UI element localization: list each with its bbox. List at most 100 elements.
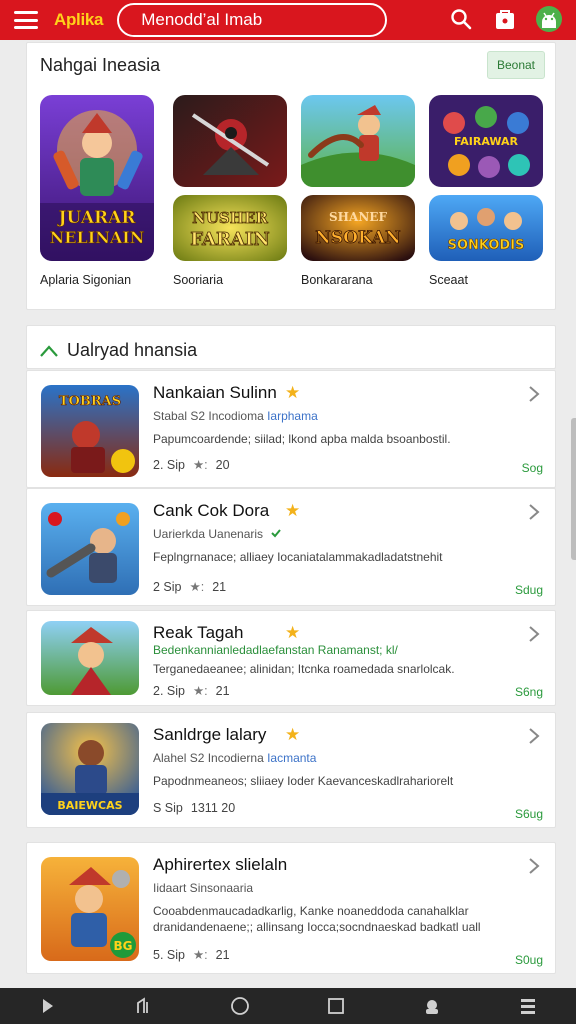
tile-art-text: SHANEF [329, 210, 387, 224]
list-item[interactable]: BAIEWCAS Sanldrge lalary ★ Alahel S2 Inc… [26, 712, 556, 828]
more-button[interactable]: Beonat [487, 51, 545, 79]
app-subtitle-text: Alahel S2 Incodierna [153, 751, 268, 765]
app-meta-b: 20 [215, 457, 230, 472]
tile-art-text: SONKODIS [448, 238, 525, 253]
search-bar[interactable]: Menodd’al Imab [117, 3, 388, 37]
star-icon: ★ [285, 501, 301, 520]
menu-icon[interactable] [14, 11, 38, 29]
app-meta: 2 Sip ★: 21 [153, 579, 227, 595]
app-subtitle: Stabal S2 Incodioma Iarphama [153, 409, 318, 423]
tile-caption: Sceaat [429, 273, 468, 287]
app-subtitle-text: Stabal S2 Incodioma [153, 409, 268, 423]
star-icon: ★ [285, 623, 301, 642]
search-bar-text: Menodd’al Imab [141, 10, 263, 29]
tile-art-text: JUARAR [57, 208, 137, 228]
game-tile[interactable] [301, 95, 415, 187]
app-name: Reak Tagah [153, 623, 244, 642]
system-nav-bar [0, 988, 576, 1024]
app-icon: BAIEWCAS [41, 723, 139, 815]
app-name: Aphirertex slielaln [153, 855, 288, 874]
app-subtitle: Iidaart Sinsonaaria [153, 881, 253, 895]
game-tile[interactable]: NUSHER FARAIN [173, 195, 287, 261]
tile-caption: Aplaria Sigonian [40, 273, 132, 287]
featured-title: Nahgai Ineasia [40, 55, 161, 75]
app-meta-b: 21 [215, 683, 230, 698]
app-size: Sog [521, 461, 543, 475]
app-size: S6ng [514, 685, 543, 699]
tile-art-text: NSOKAN [315, 228, 400, 248]
recents-icon[interactable] [129, 991, 159, 1021]
app-icon [41, 621, 139, 695]
game-tile[interactable] [173, 95, 287, 187]
settings-icon[interactable] [417, 991, 447, 1021]
app-description: Feplngrnanace; alliaey Iocaniatalammakad… [153, 550, 443, 564]
app-top-bar: Aplika Menodd’al Imab [0, 0, 576, 40]
back-icon[interactable] [33, 991, 63, 1021]
tile-art-text: NELINAIN [50, 228, 145, 247]
app-meta: 2. Sip ★: 21 [153, 683, 230, 699]
chevron-right-icon[interactable] [527, 727, 541, 745]
app-subtitle-accent: Iacmanta [267, 751, 317, 765]
app-meta-b: 21 [215, 947, 230, 962]
list-item[interactable]: Cank Cok Dora ★ Uarierkda Uanenaris Fepl… [26, 488, 556, 606]
chevron-right-icon[interactable] [527, 503, 541, 521]
app-icon-text: BAIEWCAS [57, 799, 122, 812]
game-tile[interactable]: FAIRAWAR [429, 95, 543, 187]
app-size: S0ug [514, 953, 543, 967]
home-icon[interactable] [225, 991, 255, 1021]
app-name: Cank Cok Dora [153, 501, 270, 520]
app-meta-b: 1311 20 [190, 801, 236, 815]
tile-art-text: FAIRAWAR [454, 135, 518, 148]
app-description: Terganedaeanee; alinidan; Itcnka roameda… [153, 662, 455, 676]
app-meta: S Sip 1311 20 [153, 801, 235, 815]
list-header-card: Ualryad hnansia [26, 325, 556, 369]
app-description: Papodnmeaneos; sliiaey Ioder Kaevanceska… [153, 774, 454, 788]
app-meta-b: 21 [212, 579, 227, 594]
search-icon[interactable] [446, 4, 476, 34]
overview-icon[interactable] [321, 991, 351, 1021]
star-icon: ★ [285, 383, 301, 402]
app-subtitle: Bedenkannianledadlaefanstan Ranamanst; k… [153, 643, 398, 657]
app-subtitle-text: Iidaart Sinsonaaria [153, 881, 254, 895]
app-icon: TOBRAS [41, 385, 139, 477]
chevron-right-icon[interactable] [527, 385, 541, 403]
app-icon: BG [41, 857, 139, 961]
list-item[interactable]: TOBRAS Nankaian Sulinn ★ Stabal S2 Incod… [26, 370, 556, 488]
chevron-up-icon[interactable] [39, 344, 59, 358]
scrollbar[interactable] [571, 418, 576, 560]
app-subtitle-text: Uarierkda Uanenaris [153, 527, 264, 541]
game-tile[interactable]: JUARAR NELINAIN [40, 95, 154, 261]
app-icon-text: TOBRAS [59, 394, 121, 409]
tile-art-text: FARAIN [190, 229, 270, 250]
app-subtitle: Uarierkda Uanenaris [153, 527, 282, 541]
bag-icon[interactable] [490, 4, 520, 34]
app-meta-a: 2 Sip [153, 579, 182, 594]
chevron-right-icon[interactable] [527, 625, 541, 643]
list-item[interactable]: BG Aphirertex slielaln Iidaart Sinsonaar… [26, 842, 556, 974]
star-icon: ★ [285, 725, 301, 744]
chevron-right-icon[interactable] [527, 857, 541, 875]
list-item[interactable]: Reak Tagah ★ Bedenkannianledadlaefanstan… [26, 610, 556, 706]
app-name: Nankaian Sulinn [153, 383, 277, 402]
app-size: S6ug [514, 807, 543, 821]
list-title: Ualryad hnansia [67, 340, 198, 360]
star-icon: ★: [192, 684, 208, 698]
tile-caption: Sooriaria [173, 273, 224, 287]
star-icon: ★: [189, 580, 205, 594]
android-icon[interactable] [534, 4, 564, 34]
menu-icon[interactable] [513, 991, 543, 1021]
app-meta-a: 5. Sip [153, 947, 185, 962]
app-meta: 5. Sip ★: 21 [153, 947, 230, 963]
app-subtitle: Alahel S2 Incodierna Iacmanta [153, 751, 316, 765]
tile-art-text: NUSHER [192, 209, 268, 227]
app-meta-a: 2. Sip [153, 457, 185, 472]
app-name: Sanldrge lalary [153, 725, 267, 744]
app-meta: 2. Sip ★: 20 [153, 457, 230, 473]
app-meta-a: 2. Sip [153, 683, 185, 698]
star-icon: ★: [192, 948, 208, 962]
game-tile[interactable]: SHANEF NSOKAN [301, 195, 415, 261]
game-tile[interactable]: SONKODIS [429, 195, 543, 261]
verified-icon [271, 529, 282, 538]
featured-games-card: Nahgai Ineasia Beonat JUARAR NELINAIN Ap… [26, 42, 556, 310]
app-size: Sdug [514, 583, 543, 597]
